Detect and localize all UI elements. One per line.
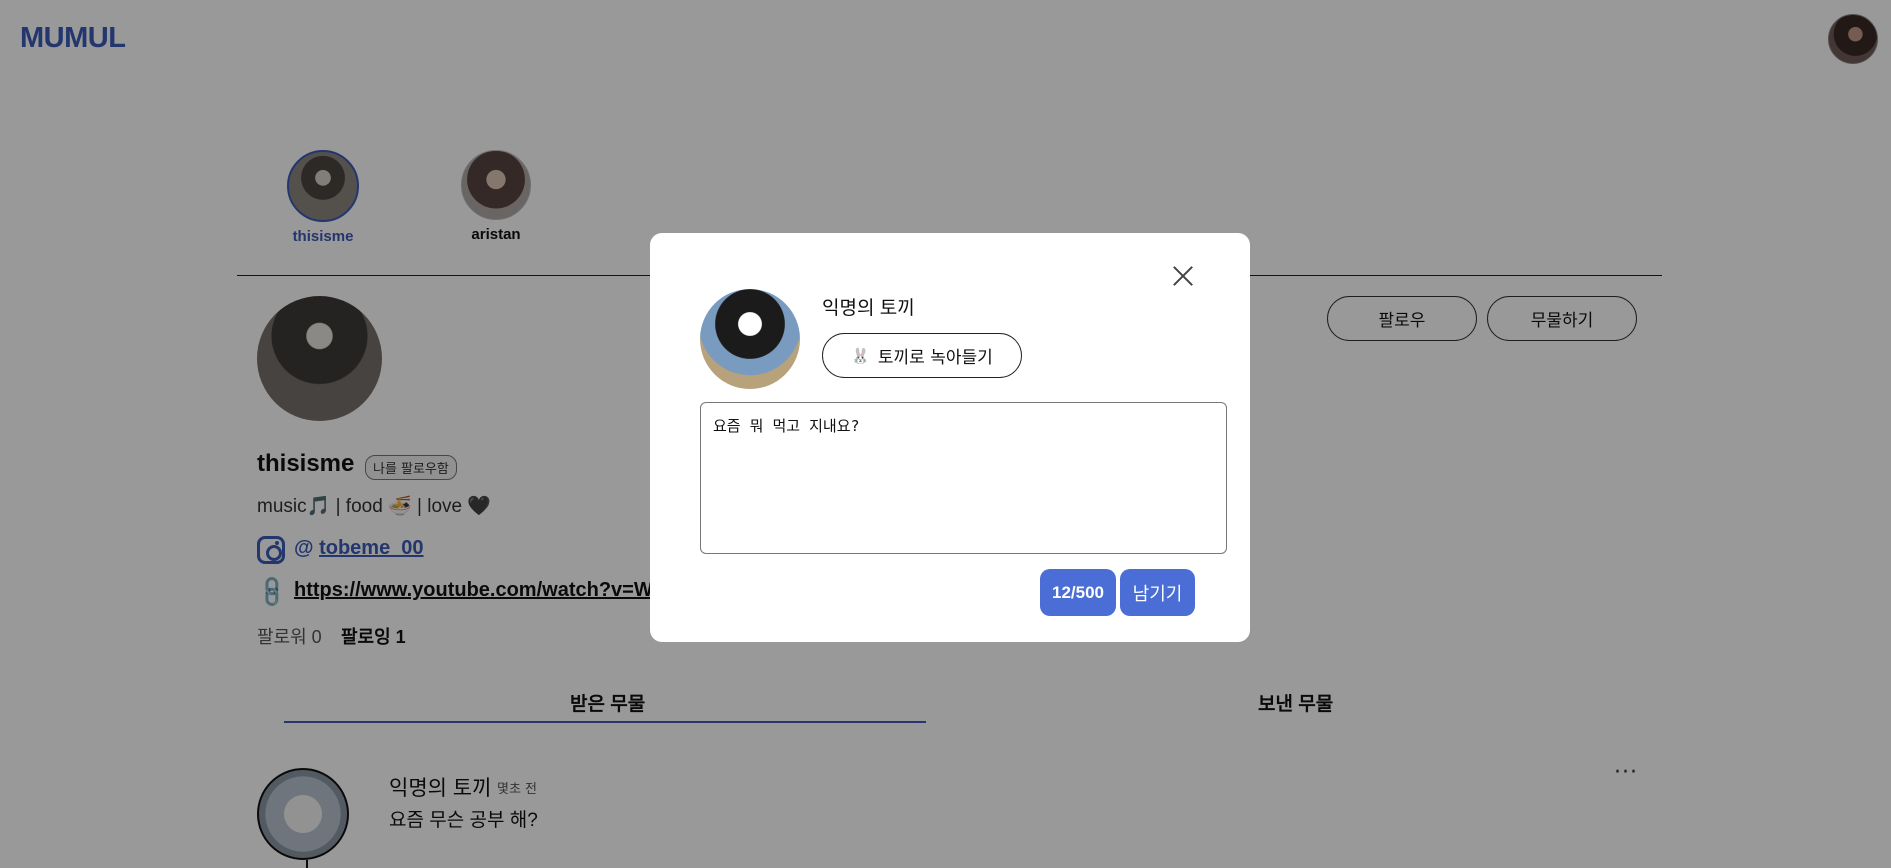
rabbit-avatar bbox=[700, 289, 800, 389]
message-input[interactable]: 요즘 뭐 먹고 지내요? bbox=[700, 402, 1227, 554]
rabbit-mode-label: 토끼로 녹아들기 bbox=[877, 348, 993, 368]
rabbit-mode-button[interactable]: 🐰 토끼로 녹아들기 bbox=[822, 333, 1022, 378]
submit-button[interactable]: 남기기 bbox=[1120, 569, 1195, 616]
char-counter: 12/500 bbox=[1040, 569, 1116, 616]
rabbit-icon: 🐰 bbox=[851, 346, 870, 365]
ask-modal: 익명의 토끼 🐰 토끼로 녹아들기 요즘 뭐 먹고 지내요? 12/500 남기… bbox=[650, 233, 1250, 642]
close-icon[interactable] bbox=[1168, 261, 1198, 291]
sender-name: 익명의 토끼 bbox=[822, 298, 915, 319]
